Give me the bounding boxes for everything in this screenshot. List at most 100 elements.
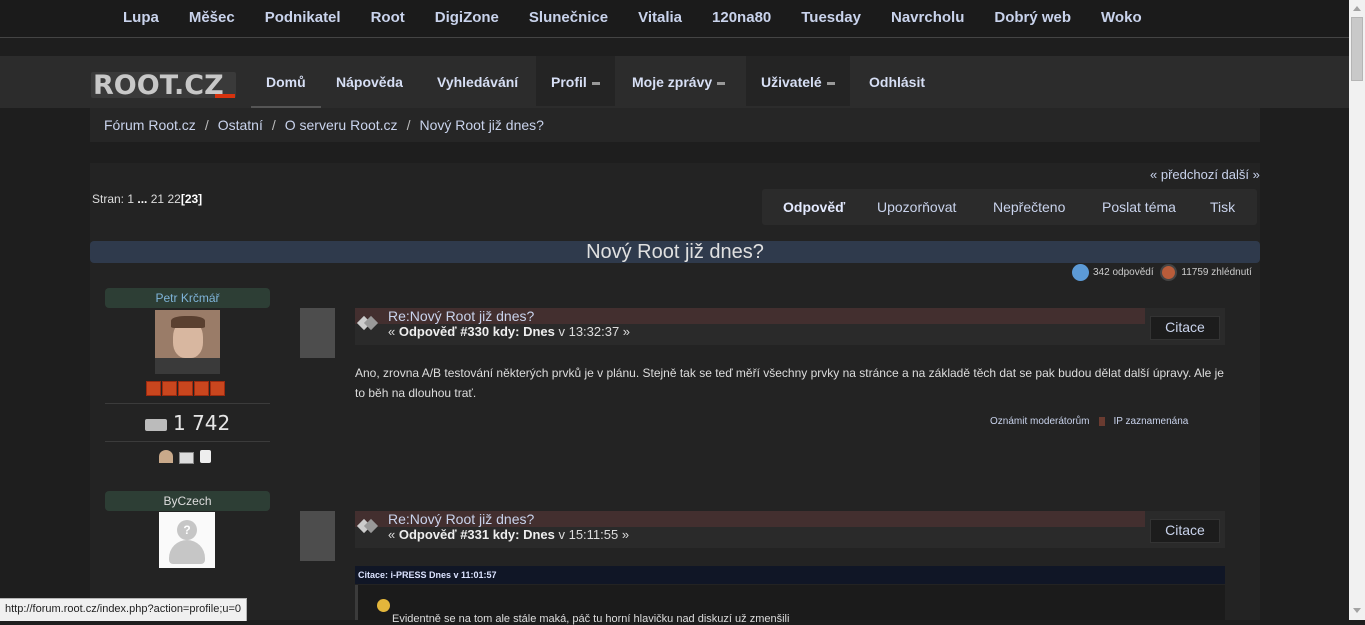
scroll-down-icon[interactable] — [1353, 608, 1361, 613]
replies-count: 342 odpovědí — [1093, 267, 1154, 279]
message-icon[interactable] — [200, 450, 211, 463]
network-link-navrcholu[interactable]: Navrcholu — [891, 9, 964, 26]
nav-users[interactable]: Uživatelé — [746, 56, 850, 106]
network-link-vitalia[interactable]: Vitalia — [638, 9, 682, 26]
posts-icon — [145, 418, 167, 431]
smiley-icon — [377, 599, 390, 612]
question-mark-icon: ? — [177, 520, 197, 540]
nav-messages-label: Moje zprávy — [632, 74, 713, 90]
nav-search[interactable]: Vyhledávání — [422, 56, 533, 106]
network-link-120na80[interactable]: 120na80 — [712, 9, 771, 26]
quote-button[interactable]: Citace — [1150, 316, 1220, 340]
network-link-lupa[interactable]: Lupa — [123, 9, 159, 26]
logo-accent — [215, 94, 235, 98]
send-topic-button[interactable]: Poslat téma — [1102, 199, 1176, 215]
breadcrumb-topic[interactable]: Nový Root již dnes? — [419, 117, 544, 133]
quote-button[interactable]: Citace — [1150, 519, 1220, 543]
nav-messages[interactable]: Moje zprávy — [617, 56, 740, 106]
network-link-dobryweb[interactable]: Dobrý web — [994, 9, 1071, 26]
prev-next-links[interactable]: « předchozí další » — [1150, 167, 1260, 182]
network-link-woko[interactable]: Woko — [1101, 9, 1142, 26]
network-link-digizone[interactable]: DigiZone — [435, 9, 499, 26]
network-links: Lupa Měšec Podnikatel Root DigiZone Slun… — [108, 9, 1157, 26]
network-bar: Lupa Měšec Podnikatel Root DigiZone Slun… — [0, 0, 1349, 38]
reply-button[interactable]: Odpověď — [783, 199, 845, 215]
post-number[interactable]: Odpověď #331 kdy: Dnes — [399, 527, 555, 542]
post-number[interactable]: Odpověď #330 kdy: Dnes — [399, 324, 555, 339]
quote-body: Evidentně se na tom ale stále maká, páč … — [355, 585, 1225, 625]
nav-help[interactable]: Nápověda — [321, 56, 418, 106]
nav-profile-label: Profil — [551, 74, 587, 90]
topic-buttons: Odpověď Upozorňovat Nepřečteno Poslat té… — [762, 189, 1257, 225]
breadcrumb-separator: / — [406, 117, 411, 133]
profile-icon[interactable] — [159, 450, 173, 463]
dropdown-icon — [591, 81, 600, 85]
network-link-mesec[interactable]: Měšec — [189, 9, 235, 26]
post-marker — [300, 308, 335, 358]
post-time: v 13:32:37 » — [554, 324, 631, 339]
post-header: Re:Nový Root již dnes? « Odpověď #330 kd… — [355, 308, 1225, 345]
page-link-22[interactable]: 22 — [167, 192, 180, 206]
page-link-1[interactable]: 1 — [127, 192, 134, 206]
network-link-podnikatel[interactable]: Podnikatel — [265, 9, 341, 26]
star-icon — [146, 381, 161, 396]
star-icon — [194, 381, 209, 396]
post-footer: Oznámit moderátorům IP zaznamenána — [990, 416, 1188, 427]
ip-logged: IP zaznamenána — [1113, 416, 1189, 427]
scroll-up-icon[interactable] — [1353, 6, 1361, 11]
post-title[interactable]: Re:Nový Root již dnes? — [388, 511, 534, 527]
star-icon — [210, 381, 225, 396]
topic-title-bar: Nový Root již dnes? — [90, 241, 1260, 263]
breadcrumb-other[interactable]: Ostatní — [218, 117, 263, 133]
pagination: Stran: 1 ... 21 22[23] — [92, 192, 203, 206]
print-button[interactable]: Tisk — [1210, 199, 1235, 215]
post-meta: « Odpověď #331 kdy: Dnes v 15:11:55 » — [388, 527, 630, 542]
status-bar-url: http://forum.root.cz/index.php?action=pr… — [0, 598, 248, 621]
poster-name[interactable]: ByCzech — [105, 491, 270, 511]
nav-home[interactable]: Domů — [251, 56, 321, 108]
poster-name[interactable]: Petr Krčmář — [105, 288, 270, 308]
email-icon[interactable] — [179, 452, 194, 464]
pagination-ellipsis: ... — [137, 192, 148, 206]
nav-profile[interactable]: Profil — [536, 56, 615, 106]
views-count: 11759 zhlédnutí — [1181, 267, 1252, 279]
pagination-label: Stran: — [92, 192, 125, 206]
unread-button[interactable]: Nepřečteno — [993, 199, 1065, 215]
views-icon — [1160, 264, 1178, 281]
quote-header[interactable]: Citace: i-PRESS Dnes v 11:01:57 — [355, 566, 1225, 584]
network-link-tuesday[interactable]: Tuesday — [801, 9, 861, 26]
quote-text: Evidentně se na tom ale stále maká, páč … — [392, 613, 790, 625]
default-avatar: ? — [159, 512, 215, 568]
network-link-slunecnice[interactable]: Slunečnice — [529, 9, 608, 26]
topic-stats: 342 odpovědí 11759 zhlédnutí — [1072, 264, 1252, 281]
scrollbar[interactable] — [1349, 0, 1365, 620]
nav-logout[interactable]: Odhlásit — [854, 56, 940, 106]
dropdown-icon — [717, 81, 726, 85]
notify-button[interactable]: Upozorňovat — [877, 199, 956, 215]
network-link-root[interactable]: Root — [371, 9, 405, 26]
post-marker — [300, 511, 335, 561]
scroll-thumb[interactable] — [1351, 17, 1363, 81]
nav-users-label: Uživatelé — [761, 74, 822, 90]
star-icon — [162, 381, 177, 396]
site-logo[interactable]: ROOT.CZ — [91, 70, 236, 101]
user-actions — [159, 450, 217, 464]
post-title[interactable]: Re:Nový Root již dnes? — [388, 308, 534, 324]
post-time: v 15:11:55 » — [554, 527, 630, 542]
page-link-21[interactable]: 21 — [151, 192, 164, 206]
breadcrumb-separator: / — [204, 117, 209, 133]
topic-title: Nový Root již dnes? — [586, 241, 764, 263]
breadcrumb-about[interactable]: O serveru Root.cz — [285, 117, 398, 133]
post-meta: « Odpověď #330 kdy: Dnes v 13:32:37 » — [388, 324, 631, 339]
star-icon — [178, 381, 193, 396]
breadcrumb: Fórum Root.cz / Ostatní / O serveru Root.cz /… — [104, 117, 544, 133]
report-link[interactable]: Oznámit moderátorům — [990, 416, 1089, 427]
logo-text: ROOT.CZ — [93, 70, 224, 101]
dropdown-icon — [826, 81, 835, 85]
breadcrumb-forum[interactable]: Fórum Root.cz — [104, 117, 196, 133]
post-header: Re:Nový Root již dnes? « Odpověď #331 kd… — [355, 511, 1225, 548]
post-count-value: 1 742 — [173, 411, 231, 435]
post-count: 1 742 — [145, 411, 230, 435]
replies-icon — [1072, 264, 1089, 281]
page-current: 23 — [184, 192, 199, 206]
